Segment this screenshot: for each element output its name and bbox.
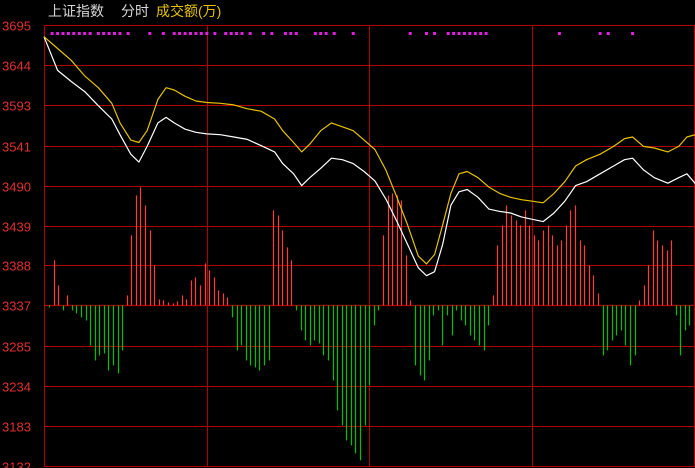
event-marker: [473, 32, 477, 35]
event-marker: [294, 32, 298, 35]
event-marker: [433, 32, 437, 35]
y-tick-label: 3285: [2, 340, 31, 355]
event-marker: [452, 32, 456, 35]
event-marker: [468, 32, 472, 35]
event-marker: [83, 32, 87, 35]
event-marker: [319, 32, 323, 35]
event-marker: [118, 32, 122, 35]
event-marker: [224, 32, 228, 35]
event-marker: [88, 32, 92, 35]
event-marker: [324, 32, 328, 35]
event-marker: [205, 32, 209, 35]
event-marker: [351, 32, 355, 35]
y-tick-label: 3132: [2, 460, 31, 468]
event-marker: [178, 32, 182, 35]
y-tick-label: 3439: [2, 220, 31, 235]
event-marker: [270, 32, 274, 35]
event-marker: [96, 32, 100, 35]
event-marker: [248, 32, 252, 35]
event-marker: [606, 32, 610, 35]
intraday-chart: 3695 3644 3593 3541 3490 3439 3388 3337 3285 3234…: [2, 19, 695, 468]
event-marker: [189, 32, 192, 35]
event-marker: [229, 32, 233, 35]
event-marker: [213, 32, 217, 35]
event-marker: [631, 32, 635, 35]
event-marker: [425, 32, 428, 35]
event-marker: [126, 32, 130, 35]
event-marker: [77, 32, 81, 35]
event-marker: [484, 32, 488, 35]
event-marker: [199, 32, 203, 35]
event-marker: [408, 32, 412, 35]
y-tick-label: 3644: [2, 59, 31, 74]
event-marker: [262, 32, 266, 35]
event-marker: [313, 32, 317, 35]
event-marker: [183, 32, 187, 35]
event-marker: [107, 32, 111, 35]
event-marker: [457, 32, 461, 35]
event-marker: [283, 32, 287, 35]
event-marker: [113, 32, 116, 35]
metric-label: 成交额(万): [156, 3, 222, 19]
event-marker: [50, 32, 54, 35]
event-marker: [462, 32, 466, 35]
event-marker: [72, 32, 76, 35]
chart-container: 3695 3644 3593 3541 3490 3439 3388 3337 3285 3234…: [0, 0, 695, 468]
chart-mode: 分时: [121, 3, 149, 19]
y-tick-label: 3337: [2, 299, 31, 314]
event-marker: [61, 32, 65, 35]
y-tick-label: 3593: [2, 99, 31, 114]
event-marker: [598, 32, 602, 35]
y-tick-label: 3183: [2, 420, 31, 435]
event-marker: [479, 32, 483, 35]
y-tick-label: 3388: [2, 259, 31, 274]
y-tick-label: 3490: [2, 180, 31, 195]
event-marker: [148, 32, 152, 35]
event-marker: [332, 32, 336, 35]
event-marker: [161, 32, 165, 35]
index-name: 上证指数: [48, 3, 104, 19]
event-marker: [446, 32, 450, 35]
event-marker: [557, 32, 561, 35]
event-marker: [102, 32, 106, 35]
event-marker: [194, 32, 198, 35]
y-tick-label: 3234: [2, 380, 31, 395]
event-marker: [56, 32, 60, 35]
event-marker: [172, 32, 176, 35]
event-marker: [235, 32, 239, 35]
event-marker: [289, 32, 293, 35]
event-marker: [66, 32, 70, 35]
y-tick-label: 3541: [2, 140, 31, 155]
y-tick-label: 3695: [2, 19, 31, 34]
event-marker: [240, 32, 244, 35]
